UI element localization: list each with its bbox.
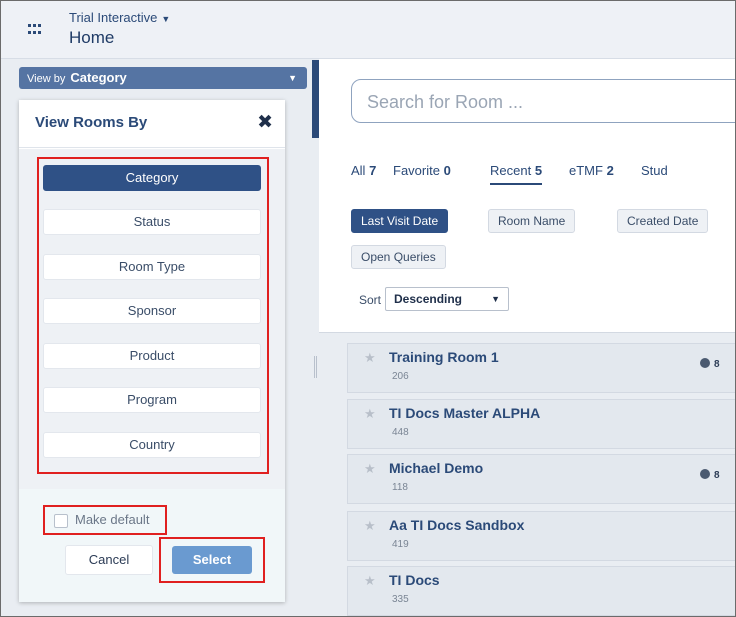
grid-menu-icon[interactable] bbox=[28, 24, 41, 35]
app-window: Trial Interactive ▼ Home View by Category… bbox=[0, 0, 736, 617]
splitter-grip[interactable] bbox=[314, 356, 317, 378]
option-country[interactable]: Country bbox=[43, 432, 261, 458]
room-badge-count: 8 bbox=[714, 359, 720, 370]
tab-label: Favorite bbox=[393, 163, 440, 178]
tab-all[interactable]: All 7 bbox=[351, 163, 376, 178]
star-icon[interactable]: ★ bbox=[364, 350, 376, 366]
tab-label: Recent bbox=[490, 163, 532, 178]
room-name[interactable]: Michael Demo bbox=[389, 460, 483, 476]
globe-icon bbox=[700, 358, 710, 368]
make-default-label[interactable]: Make default bbox=[75, 512, 149, 527]
sort-label: Sort bbox=[359, 293, 382, 307]
main-content: Search for Room ... All 7 Favorite 0 Rec… bbox=[319, 59, 735, 616]
room-item[interactable]: ★ Aa TI Docs Sandbox 419 bbox=[347, 511, 735, 561]
star-icon[interactable]: ★ bbox=[364, 461, 376, 477]
option-program[interactable]: Program bbox=[43, 387, 261, 413]
room-doc-count: 448 bbox=[392, 427, 409, 438]
room-doc-count: 118 bbox=[392, 482, 408, 493]
room-doc-count: 419 bbox=[392, 539, 409, 550]
chevron-down-icon: ▼ bbox=[288, 73, 297, 83]
view-by-value: Category bbox=[70, 70, 127, 85]
tab-count: 7 bbox=[369, 163, 377, 178]
room-doc-count: 206 bbox=[392, 371, 409, 382]
dialog-footer: Make default Cancel Select bbox=[19, 489, 285, 602]
room-name[interactable]: TI Docs Master ALPHA bbox=[389, 405, 540, 421]
room-item[interactable]: ★ TI Docs 335 bbox=[347, 566, 735, 616]
options-highlight: Category Status Room Type Sponsor Produc… bbox=[37, 157, 269, 474]
tab-label: All bbox=[351, 163, 366, 178]
sort-order-value: Descending bbox=[394, 292, 463, 306]
dialog-body: Category Status Room Type Sponsor Produc… bbox=[19, 149, 285, 489]
room-item[interactable]: ★ Training Room 1 206 8 bbox=[347, 343, 735, 393]
tab-count: 2 bbox=[606, 163, 614, 178]
make-default-checkbox[interactable] bbox=[54, 514, 68, 528]
top-bar: Trial Interactive ▼ Home bbox=[1, 1, 735, 59]
room-item[interactable]: ★ TI Docs Master ALPHA 448 bbox=[347, 399, 735, 449]
sort-chip-created-date[interactable]: Created Date bbox=[617, 209, 709, 233]
star-icon[interactable]: ★ bbox=[364, 406, 376, 422]
sort-chip-room-name[interactable]: Room Name bbox=[488, 209, 576, 233]
app-switcher[interactable]: Trial Interactive ▼ bbox=[69, 10, 170, 25]
view-rooms-by-dialog: View Rooms By ✖ Category Status Room Typ… bbox=[19, 100, 285, 602]
tab-studies[interactable]: Stud bbox=[641, 163, 668, 178]
page-title: Home bbox=[69, 28, 115, 47]
tab-favorite[interactable]: Favorite 0 bbox=[393, 163, 451, 178]
room-doc-count: 335 bbox=[392, 594, 409, 605]
tab-recent[interactable]: Recent 5 bbox=[490, 163, 543, 185]
option-status[interactable]: Status bbox=[43, 209, 261, 235]
tab-label: eTMF bbox=[569, 163, 603, 178]
tab-count: 5 bbox=[534, 163, 543, 178]
globe-icon bbox=[700, 469, 710, 479]
select-highlight: Select bbox=[159, 537, 265, 583]
panel-splitter[interactable] bbox=[312, 60, 319, 138]
cancel-button[interactable]: Cancel bbox=[65, 545, 153, 575]
option-product[interactable]: Product bbox=[43, 343, 261, 369]
sort-chip-last-visit-date[interactable]: Last Visit Date bbox=[351, 209, 449, 233]
close-icon[interactable]: ✖ bbox=[257, 111, 273, 134]
search-input[interactable]: Search for Room ... bbox=[351, 79, 735, 123]
tab-count: 0 bbox=[443, 163, 451, 178]
view-by-prefix: View by bbox=[27, 73, 66, 85]
select-button[interactable]: Select bbox=[172, 546, 252, 574]
room-name[interactable]: TI Docs bbox=[389, 572, 440, 588]
sort-order-select[interactable]: Descending ▼ bbox=[385, 287, 509, 311]
room-badge: 8 bbox=[700, 469, 720, 481]
view-by-dropdown[interactable]: View by Category ▼ bbox=[19, 67, 307, 89]
star-icon[interactable]: ★ bbox=[364, 518, 376, 534]
sort-chip-open-queries[interactable]: Open Queries bbox=[351, 245, 446, 269]
room-item[interactable]: ★ Michael Demo 118 8 bbox=[347, 454, 735, 504]
make-default-highlight: Make default bbox=[43, 505, 167, 535]
dialog-header: View Rooms By ✖ bbox=[19, 100, 285, 148]
chevron-down-icon: ▼ bbox=[161, 14, 171, 24]
dialog-title: View Rooms By bbox=[35, 114, 148, 131]
tab-label: Stud bbox=[641, 163, 668, 178]
room-badge: 8 bbox=[700, 358, 720, 370]
tab-etmf[interactable]: eTMF 2 bbox=[569, 163, 614, 178]
star-icon[interactable]: ★ bbox=[364, 573, 376, 589]
app-name: Trial Interactive bbox=[69, 10, 158, 25]
search-placeholder: Search for Room ... bbox=[367, 92, 524, 112]
option-sponsor[interactable]: Sponsor bbox=[43, 298, 261, 324]
chevron-down-icon: ▼ bbox=[491, 294, 500, 304]
room-list: ★ Training Room 1 206 8 ★ TI Docs Master… bbox=[319, 332, 735, 616]
room-badge-count: 8 bbox=[714, 470, 720, 481]
option-category[interactable]: Category bbox=[43, 165, 261, 191]
room-name[interactable]: Training Room 1 bbox=[389, 349, 499, 365]
option-room-type[interactable]: Room Type bbox=[43, 254, 261, 280]
room-name[interactable]: Aa TI Docs Sandbox bbox=[389, 517, 524, 533]
